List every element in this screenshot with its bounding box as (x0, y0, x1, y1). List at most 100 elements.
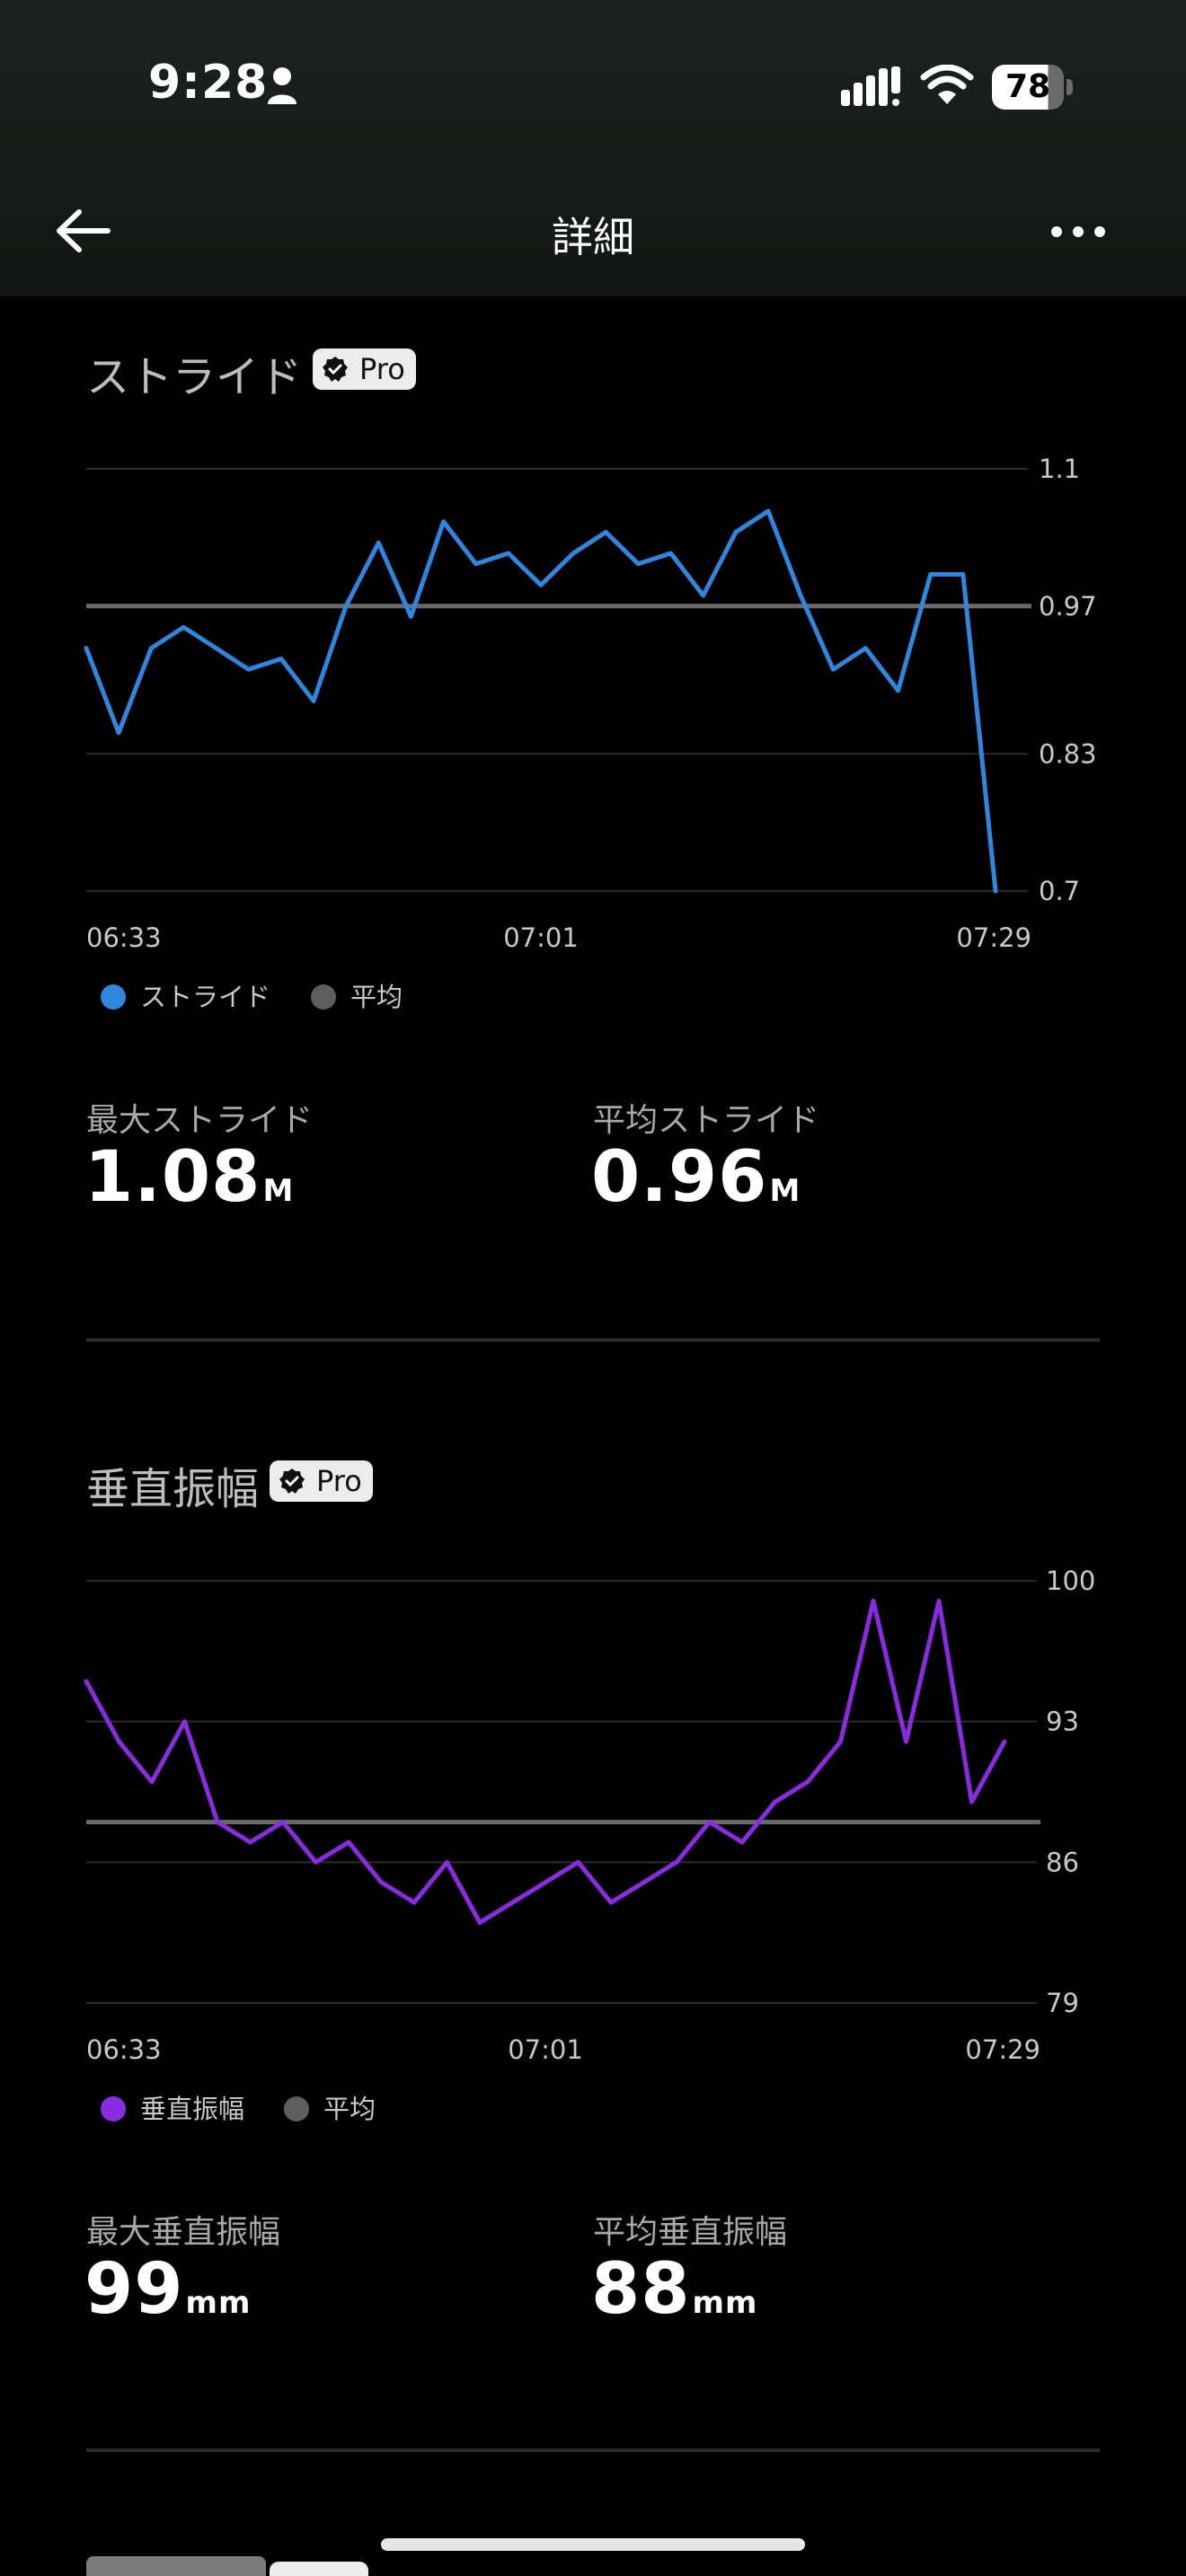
stride-data-point (669, 551, 673, 555)
next-section-badge-peek (270, 2562, 368, 2576)
legend-label-average: 平均 (323, 2094, 376, 2124)
stride-data-point (376, 541, 380, 544)
stride-data-point (636, 562, 640, 566)
max-stride-label: 最大ストライド (86, 1102, 314, 1139)
verified-badge-icon (279, 1469, 305, 1494)
vertical-y-tick-label: 93 (1046, 1707, 1079, 1737)
stride-data-point (84, 647, 88, 650)
vertical-data-point (937, 1599, 941, 1602)
vertical-section-title: 垂直振幅 (86, 1464, 260, 1514)
stride-data-point (929, 573, 933, 576)
stride-data-point (312, 700, 315, 702)
vertical-y-tick-label: 86 (1046, 1847, 1079, 1877)
more-options-icon[interactable] (1042, 205, 1114, 259)
vertical-data-point (314, 1860, 317, 1864)
stride-data-point (961, 573, 965, 576)
pro-badge: Pro (270, 1460, 373, 1502)
vertical-data-point (774, 1800, 776, 1804)
stride-data-point (571, 551, 575, 555)
legend-label-vertical: 垂直振幅 (140, 2094, 245, 2124)
stride-data-point (344, 604, 348, 608)
stride-data-point (507, 551, 510, 555)
person-icon (268, 67, 296, 104)
vertical-data-point (183, 1720, 186, 1724)
stride-data-point (474, 562, 478, 566)
stride-series-line (84, 508, 998, 894)
legend-label-stride: ストライド (140, 982, 271, 1012)
vertical-data-point (970, 1800, 973, 1804)
stride-chart: 0.7 0.83 0.97 1.1 06:33 07:01 07:29 (84, 454, 1097, 952)
stride-data-point (863, 647, 867, 650)
stride-legend: ストライド 平均 (101, 979, 640, 1015)
max-vertical-value: 99mm (84, 2249, 252, 2330)
max-stride-value: 1.08M (84, 1137, 295, 1218)
battery-indicator: 78 (992, 65, 1073, 110)
stride-data-point (215, 647, 218, 650)
vertical-x-tick-label: 06:33 (86, 2034, 162, 2064)
legend-dot-vertical (101, 2096, 126, 2122)
stride-data-point (702, 594, 705, 597)
stride-y-tick-label: 0.83 (1039, 738, 1097, 769)
vertical-x-tick-label: 07:29 (965, 2034, 1040, 2064)
stride-data-point (539, 583, 543, 587)
next-section-title-peek (86, 2556, 266, 2576)
stride-data-point (149, 647, 153, 650)
vertical-data-point (84, 1680, 88, 1683)
vertical-data-point (708, 1821, 711, 1824)
stride-data-point (734, 531, 738, 534)
stride-data-point (279, 657, 283, 660)
home-indicator[interactable] (381, 2538, 805, 2551)
vertical-data-point (347, 1840, 350, 1844)
stride-data-point (442, 520, 446, 524)
legend-dot-average (311, 984, 336, 1010)
vertical-data-point (577, 1860, 580, 1864)
vertical-data-point (380, 1881, 383, 1884)
stride-data-point (247, 667, 251, 671)
vertical-data-point (675, 1860, 678, 1864)
stride-data-point (181, 625, 185, 629)
vertical-data-point (544, 1881, 547, 1884)
legend-dot-average (284, 2096, 309, 2122)
verified-badge-icon (323, 357, 348, 382)
avg-stride-value: 0.96M (591, 1137, 801, 1218)
stride-data-point (897, 689, 900, 693)
stride-y-tick-label: 0.7 (1039, 876, 1080, 906)
vertical-data-point (281, 1821, 285, 1824)
legend-dot-stride (101, 984, 126, 1010)
vertical-data-point (1003, 1740, 1006, 1743)
vertical-series-line (84, 1598, 1007, 1925)
vertical-data-point (839, 1740, 842, 1743)
vertical-data-point (412, 1901, 416, 1904)
stride-data-point (766, 509, 770, 513)
vertical-y-tick-label: 79 (1046, 1988, 1079, 2018)
stride-data-point (831, 667, 835, 671)
status-time: 9:28 (148, 56, 269, 110)
vertical-legend: 垂直振幅 平均 (101, 2091, 640, 2127)
vertical-y-tick-label: 100 (1046, 1566, 1095, 1596)
stride-data-point (799, 594, 802, 597)
legend-label-average: 平均 (350, 982, 403, 1012)
vertical-data-point (150, 1780, 154, 1784)
vertical-data-point (642, 1881, 645, 1884)
pro-badge: Pro (313, 348, 416, 390)
vertical-data-point (609, 1901, 613, 1904)
stride-x-tick-label: 07:01 (503, 922, 579, 952)
wifi-icon (920, 65, 974, 104)
max-vertical-label: 最大垂直振幅 (86, 2214, 281, 2251)
stride-data-point (604, 531, 607, 534)
top-bar: 9:28 78 詳細 (0, 0, 1186, 296)
stride-section-title: ストライド (86, 352, 303, 402)
stride-y-tick-label: 0.97 (1039, 591, 1097, 622)
avg-vertical-value: 88mm (591, 2249, 758, 2330)
vertical-data-point (118, 1740, 120, 1743)
vertical-data-point (740, 1840, 744, 1844)
vertical-data-point (216, 1821, 219, 1824)
pro-badge-label: Pro (359, 352, 405, 386)
stride-x-tick-label: 06:33 (86, 922, 162, 952)
stride-data-point (117, 731, 120, 735)
vertical-data-point (511, 1901, 514, 1904)
vertical-x-tick-label: 07:01 (508, 2034, 583, 2064)
battery-level: 78 (1005, 68, 1051, 105)
vertical-data-point (905, 1740, 907, 1743)
pro-badge-label: Pro (316, 1464, 362, 1498)
